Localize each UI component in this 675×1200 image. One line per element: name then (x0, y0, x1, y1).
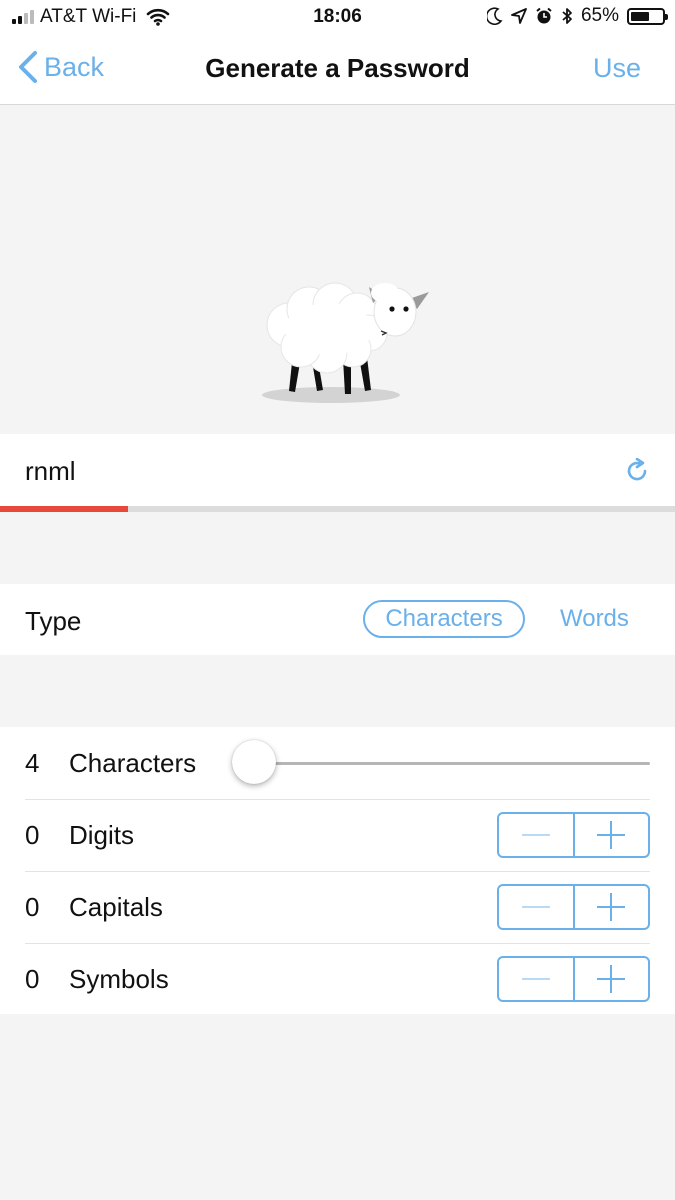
characters-label: Characters (69, 748, 197, 778)
capitals-label: Capitals (69, 892, 163, 922)
digits-count: 0 (25, 820, 40, 850)
symbols-stepper (497, 956, 650, 1002)
status-bar: AT&T Wi-Fi 18:06 65% (0, 0, 675, 34)
options-list: 4 Characters 0 Digits 0 Capitals 0 Symbo… (0, 727, 675, 1014)
battery-icon (627, 7, 668, 25)
symbols-row: 0 Symbols (0, 943, 675, 1014)
type-label: Type (25, 606, 82, 636)
digits-increment-button[interactable] (575, 814, 649, 856)
capitals-row: 0 Capitals (0, 871, 675, 942)
refresh-icon[interactable] (624, 458, 650, 484)
page-title: Generate a Password (205, 53, 470, 83)
illustration-area (0, 105, 675, 433)
bluetooth-icon (562, 8, 572, 24)
row-divider (25, 799, 650, 800)
nav-bar: Back Generate a Password Use (0, 34, 675, 105)
minus-icon (521, 834, 550, 836)
type-option-characters[interactable]: Characters (363, 600, 525, 638)
moon-icon (486, 7, 503, 25)
row-divider (25, 943, 650, 944)
type-option-words[interactable]: Words (560, 602, 629, 636)
digits-stepper (497, 812, 650, 858)
strength-meter (0, 506, 675, 512)
minus-icon (521, 906, 550, 908)
battery-percent: 65% (580, 5, 619, 26)
use-button[interactable]: Use (593, 53, 641, 84)
row-divider (25, 871, 650, 872)
type-row: Type Characters Words (0, 584, 675, 655)
location-arrow-icon (511, 8, 527, 24)
capitals-decrement-button[interactable] (499, 886, 575, 928)
password-row: rnml (0, 434, 675, 506)
capitals-increment-button[interactable] (575, 886, 649, 928)
plus-icon (597, 821, 626, 849)
digits-label: Digits (69, 820, 135, 850)
characters-slider-track[interactable] (255, 762, 650, 765)
symbols-increment-button[interactable] (575, 958, 649, 1000)
capitals-count: 0 (25, 892, 40, 922)
minus-icon (521, 978, 550, 980)
plus-icon (597, 893, 626, 921)
password-value[interactable]: rnml (25, 456, 76, 487)
digits-decrement-button[interactable] (499, 814, 575, 856)
status-right: 65% (486, 5, 668, 27)
symbols-label: Symbols (69, 964, 169, 994)
characters-count: 4 (25, 748, 40, 778)
battery-fill (631, 11, 650, 21)
symbols-count: 0 (25, 964, 40, 994)
symbols-decrement-button[interactable] (499, 958, 575, 1000)
plus-icon (597, 965, 626, 993)
alarm-icon (536, 7, 552, 24)
characters-slider-thumb[interactable] (232, 740, 276, 784)
strength-fill (0, 506, 129, 512)
capitals-stepper (497, 884, 650, 930)
sheep-illustration (262, 282, 429, 403)
digits-row: 0 Digits (0, 799, 675, 870)
characters-row: 4 Characters (0, 727, 675, 798)
